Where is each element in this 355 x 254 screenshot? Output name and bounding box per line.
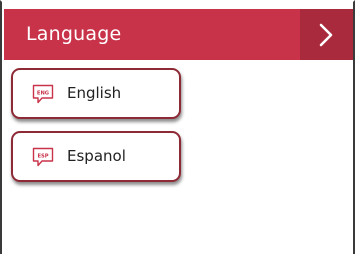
language-button-english[interactable]: ENG English [11,68,181,119]
speech-bubble-icon: ESP [32,147,54,167]
page-title: Language [26,23,122,45]
language-label: English [67,84,122,102]
header-bar: Language [4,9,353,60]
language-button-espanol[interactable]: ESP Espanol [11,131,181,182]
language-code: ESP [37,153,48,159]
speech-bubble-icon: ENG [32,84,54,104]
language-label: Espanol [67,147,126,165]
app-window: Language ENG English ESP Espanol [0,0,355,254]
language-code: ENG [37,90,49,96]
chevron-right-icon [319,23,333,47]
next-button[interactable] [300,9,353,60]
